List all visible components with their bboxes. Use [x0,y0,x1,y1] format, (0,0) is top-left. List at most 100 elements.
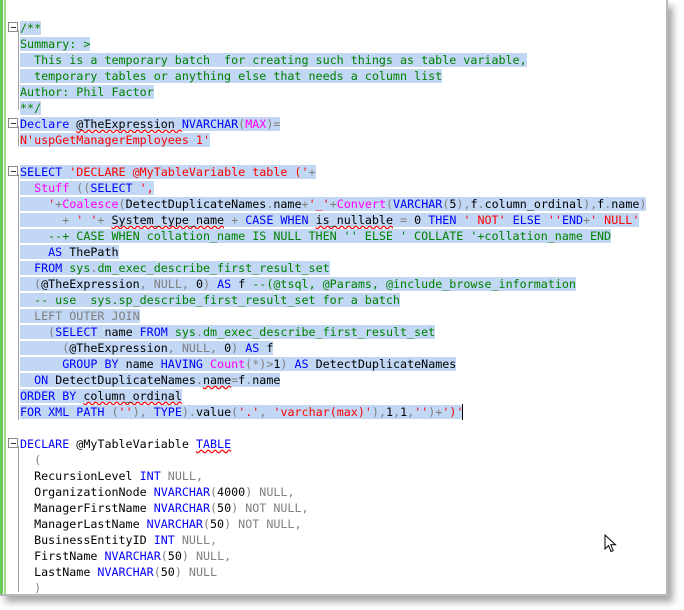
code-token: ) [245,485,260,499]
collapse-icon[interactable] [8,118,18,128]
code-token: sys [174,325,196,339]
code-token: , [210,533,218,547]
fold-guide [18,446,19,592]
code-line[interactable]: FROM sys.dm_exec_describe_first_result_s… [20,260,666,276]
code-token: , [294,517,302,531]
code-line[interactable]: OrganizationNode NVARCHAR(4000) NULL, [20,484,666,500]
code-token: @TheExpression [69,341,168,355]
code-line[interactable]: GROUP BY name HAVING Count(*)>1) AS Dete… [20,356,666,372]
code-token: @TheExpression [76,117,182,131]
code-line[interactable]: temporary tables or anything else that n… [20,68,666,84]
code-token: NOT NULL [245,501,302,515]
code-line[interactable]: BusinessEntityID INT NULL, [20,532,666,548]
code-token: ) [280,357,295,371]
code-line[interactable]: **/ [20,100,666,116]
code-line[interactable]: --+ CASE WHEN collation_name IS NULL THE… [20,228,666,244]
code-line[interactable]: Stuff ((SELECT ', [20,180,666,196]
code-line[interactable]: FOR XML PATH (''), TYPE).value('.', 'var… [20,404,666,420]
mouse-pointer-icon [604,534,617,553]
code-token: ), [583,197,598,211]
code-token: ' [20,197,56,211]
collapse-icon[interactable] [8,22,18,32]
code-line[interactable]: + ' '+ System_type_name + CASE WHEN is_n… [20,212,666,228]
code-token: Convert [336,197,386,211]
code-line[interactable]: LEFT OUTER JOIN [20,308,666,324]
code-line[interactable]: /** [20,20,666,36]
code-line[interactable]: RecursionLevel INT NULL, [20,468,666,484]
code-token: = [273,117,281,131]
code-token: '_' [308,197,330,211]
code-line[interactable]: Declare @TheExpression NVARCHAR(MAX)= [20,116,666,132]
code-line[interactable]: N'uspGetManagerEmployees 1' [20,132,666,148]
code-token: DetectDuplicateNames [315,357,457,371]
code-line[interactable]: (SELECT name FROM sys.dm_exec_describe_f… [20,324,666,340]
code-token: column_ordinal [83,389,182,403]
code-token: @TheExpression [41,277,140,291]
code-line[interactable]: ( [20,452,666,468]
code-token: ManagerFirstName [20,501,154,515]
code-token: ( [386,197,394,211]
code-token: Declare [20,117,77,131]
code-token: CASE WHEN [245,213,316,227]
text-caret [462,404,463,420]
code-token: name [273,197,302,211]
code-line[interactable]: LastName NVARCHAR(50) NULL [20,564,666,580]
code-token: NVARCHAR [153,485,210,499]
code-token: ) [231,501,246,515]
code-token: ' NULL' [590,213,640,227]
code-token: TABLE [195,437,232,451]
code-token: 50 [210,517,225,531]
code-token: FROM [139,325,175,339]
code-line[interactable] [20,148,666,164]
code-token: System_type_name [111,213,225,227]
code-token: ( [20,325,56,339]
code-token: NULL [188,565,218,579]
code-token: name [104,325,140,339]
code-token: + [301,197,309,211]
code-token: + [224,213,246,227]
code-line[interactable]: ManagerFirstName NVARCHAR(50) NOT NULL, [20,500,666,516]
code-line[interactable]: ) [20,580,666,594]
code-line[interactable]: '+Coalesce(DetectDuplicateNames.name+'_'… [20,196,666,212]
code-token: Count [210,357,246,371]
code-token: NOT NULL [238,517,295,531]
code-line[interactable]: (@TheExpression, NULL, 0) AS f [20,340,666,356]
code-token: NULL [167,469,196,483]
query-editor-window: /** Summary: > This is a temporary batch … [0,0,668,596]
code-line[interactable]: This is a temporary batch for creating s… [20,52,666,68]
code-token: @MyTableVariable [76,437,196,451]
code-token: NULL [259,485,288,499]
code-token: 0 [195,277,203,291]
code-line[interactable]: ManagerLastName NVARCHAR(50) NOT NULL, [20,516,666,532]
code-line[interactable]: FirstName NVARCHAR(50) NULL, [20,548,666,564]
code-token: , [195,469,203,483]
code-token: NVARCHAR [97,565,154,579]
code-token: ( [153,565,161,579]
code-token: ', [139,181,154,195]
code-token: NVARCHAR [153,501,210,515]
code-line[interactable]: -- use sys.sp_describe_first_result_set … [20,292,666,308]
code-token: ), [132,405,154,419]
code-token: VARCHAR [393,197,443,211]
code-line[interactable]: ON DetectDuplicateNames.name=f.name [20,372,666,388]
change-tracking-bar [0,0,3,594]
code-line[interactable]: ORDER BY column_ordinal [20,388,666,404]
code-line[interactable] [20,420,666,436]
collapse-icon[interactable] [8,438,18,448]
code-area[interactable]: /** Summary: > This is a temporary batch … [20,20,666,594]
code-line[interactable]: SELECT 'DECLARE @MyTableVariable table (… [20,164,666,180]
code-line[interactable]: AS ThePath [20,244,666,260]
code-line[interactable]: Summary: > [20,36,666,52]
code-token: RecursionLevel [20,469,140,483]
code-line[interactable]: Author: Phil Factor [20,84,666,100]
code-line[interactable]: DECLARE @MyTableVariable TABLE [20,436,666,452]
code-token: ( [160,549,168,563]
code-line[interactable]: (@TheExpression, NULL, 0) AS f --(@tsql,… [20,276,666,292]
collapse-icon[interactable] [8,166,18,176]
code-token: ORDER BY [20,389,84,403]
code-token: ON [20,373,56,387]
code-token: AS [217,277,239,291]
code-token: , [139,277,154,291]
code-token: ) [203,277,218,291]
code-token: column_ordinal [484,197,584,211]
